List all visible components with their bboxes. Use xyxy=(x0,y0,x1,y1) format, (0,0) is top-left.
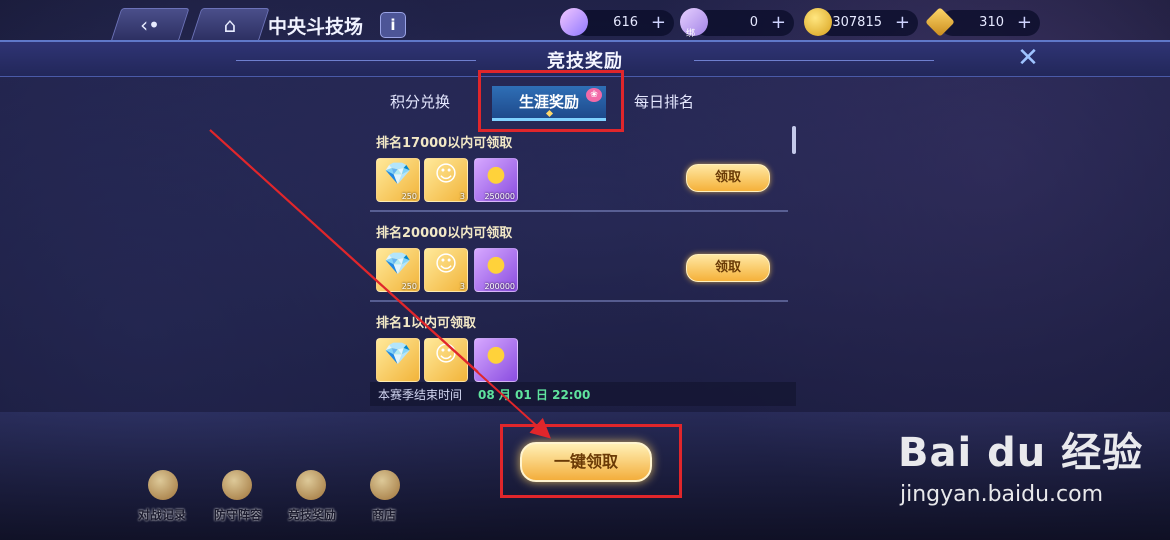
watermark-url: jingyan.baidu.com xyxy=(900,482,1104,507)
baidu-jingyan-logo: Bai du 经验 xyxy=(898,430,1144,476)
arrow-guide-line xyxy=(209,129,479,373)
